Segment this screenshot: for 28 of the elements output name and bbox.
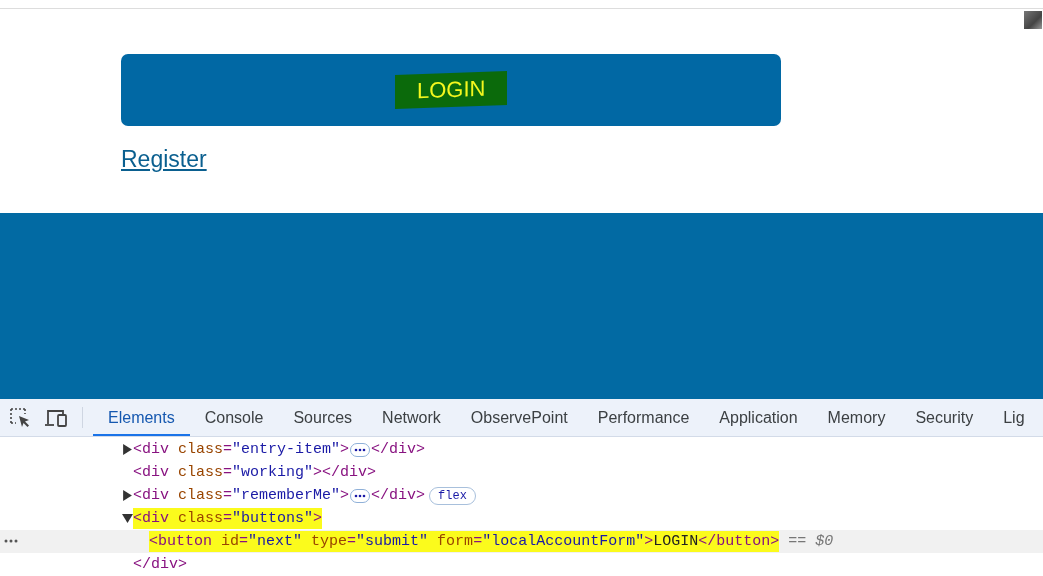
collapsed-arrow-icon[interactable] xyxy=(122,444,133,455)
inspect-icon[interactable] xyxy=(10,407,32,428)
login-button[interactable]: LOGIN xyxy=(121,54,781,126)
devtools-tab[interactable]: Sources xyxy=(278,399,368,436)
expanded-arrow-icon[interactable] xyxy=(122,513,133,524)
devtools-tab[interactable]: Network xyxy=(367,399,456,436)
code-line: </div> xyxy=(133,555,187,575)
code-line: </div> xyxy=(371,486,426,506)
devtools-tab[interactable]: Application xyxy=(704,399,813,436)
devtools-tab[interactable]: Memory xyxy=(812,399,901,436)
code-line: <div class="entry-item"> xyxy=(133,440,350,460)
corner-thumbnail xyxy=(1024,11,1042,29)
code-line: <div class="working"></div> xyxy=(133,463,377,483)
devtools-tab[interactable]: Performance xyxy=(582,399,705,436)
devtools-tab[interactable]: ObservePoint xyxy=(455,399,583,436)
code-line: <div class="rememberMe"> xyxy=(133,486,350,506)
devtools-tab[interactable]: Lig xyxy=(988,399,1040,436)
devtools-tab[interactable]: Console xyxy=(189,399,279,436)
devtools-tab[interactable]: Security xyxy=(900,399,989,436)
ellipsis-icon[interactable] xyxy=(350,488,371,503)
devtools-tab[interactable]: Elements xyxy=(93,399,190,436)
more-icon[interactable] xyxy=(4,539,18,543)
code-line: </div> xyxy=(371,440,426,460)
register-link[interactable]: Register xyxy=(121,146,207,173)
collapsed-arrow-icon[interactable] xyxy=(122,490,133,501)
console-reference: == $0 xyxy=(787,532,834,552)
device-icon[interactable] xyxy=(44,408,68,427)
ellipsis-icon[interactable] xyxy=(350,442,371,457)
